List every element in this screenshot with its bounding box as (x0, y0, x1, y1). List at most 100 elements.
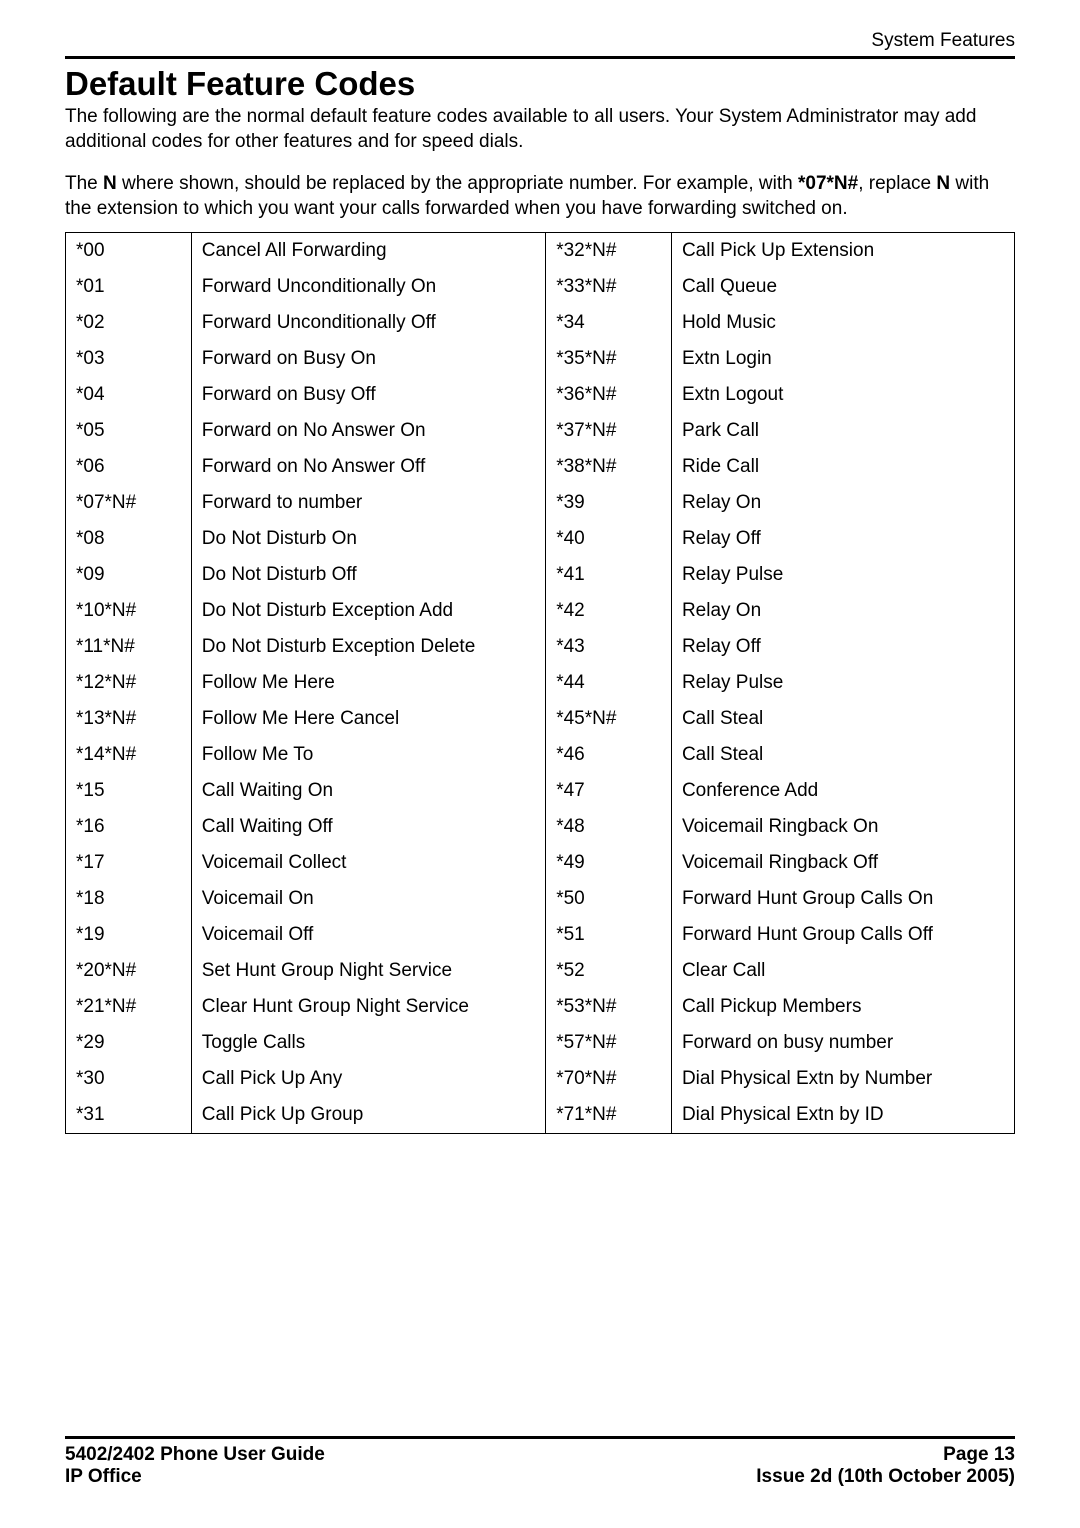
table-row: *11*N#Do Not Disturb Exception Delete*43… (66, 629, 1015, 665)
table-row: *13*N#Follow Me Here Cancel*45*N#Call St… (66, 701, 1015, 737)
desc-cell: Toggle Calls (191, 1025, 545, 1061)
code-cell: *41 (546, 557, 672, 593)
table-row: *10*N#Do Not Disturb Exception Add*42Rel… (66, 593, 1015, 629)
table-row: *18Voicemail On*50Forward Hunt Group Cal… (66, 881, 1015, 917)
desc-cell: Relay On (671, 593, 1014, 629)
code-cell: *09 (66, 557, 192, 593)
desc-cell: Call Queue (671, 269, 1014, 305)
desc-cell: Relay Pulse (671, 557, 1014, 593)
table-row: *15Call Waiting On*47Conference Add (66, 773, 1015, 809)
table-row: *29Toggle Calls*57*N#Forward on busy num… (66, 1025, 1015, 1061)
desc-cell: Relay Pulse (671, 665, 1014, 701)
table-row: *21*N#Clear Hunt Group Night Service*53*… (66, 989, 1015, 1025)
desc-cell: Voicemail Ringback On (671, 809, 1014, 845)
code-cell: *29 (66, 1025, 192, 1061)
table-row: *16Call Waiting Off*48Voicemail Ringback… (66, 809, 1015, 845)
desc-cell: Voicemail Off (191, 917, 545, 953)
desc-cell: Dial Physical Extn by ID (671, 1097, 1014, 1134)
code-cell: *70*N# (546, 1061, 672, 1097)
code-cell: *05 (66, 413, 192, 449)
code-cell: *34 (546, 305, 672, 341)
desc-cell: Relay Off (671, 629, 1014, 665)
table-row: *07*N#Forward to number*39Relay On (66, 485, 1015, 521)
table-row: *17Voicemail Collect*49Voicemail Ringbac… (66, 845, 1015, 881)
desc-cell: Relay Off (671, 521, 1014, 557)
page-footer: 5402/2402 Phone User Guide IP Office Pag… (65, 1436, 1015, 1488)
desc-cell: Call Pick Up Any (191, 1061, 545, 1097)
footer-product: IP Office (65, 1466, 325, 1488)
footer-guide-title: 5402/2402 Phone User Guide (65, 1444, 325, 1466)
table-row: *20*N#Set Hunt Group Night Service*52Cle… (66, 953, 1015, 989)
code-cell: *02 (66, 305, 192, 341)
table-row: *08Do Not Disturb On*40Relay Off (66, 521, 1015, 557)
desc-cell: Extn Logout (671, 377, 1014, 413)
desc-cell: Forward on busy number (671, 1025, 1014, 1061)
table-row: *02Forward Unconditionally Off*34Hold Mu… (66, 305, 1015, 341)
note-bold-code: *07*N# (798, 173, 858, 194)
code-cell: *36*N# (546, 377, 672, 413)
desc-cell: Forward on No Answer Off (191, 449, 545, 485)
code-cell: *08 (66, 521, 192, 557)
code-cell: *35*N# (546, 341, 672, 377)
code-cell: *48 (546, 809, 672, 845)
code-cell: *04 (66, 377, 192, 413)
code-cell: *32*N# (546, 232, 672, 269)
table-row: *06Forward on No Answer Off*38*N#Ride Ca… (66, 449, 1015, 485)
desc-cell: Call Waiting On (191, 773, 545, 809)
code-cell: *30 (66, 1061, 192, 1097)
desc-cell: Forward on No Answer On (191, 413, 545, 449)
table-row: *04Forward on Busy Off*36*N#Extn Logout (66, 377, 1015, 413)
code-cell: *00 (66, 232, 192, 269)
code-cell: *20*N# (66, 953, 192, 989)
desc-cell: Clear Hunt Group Night Service (191, 989, 545, 1025)
code-cell: *18 (66, 881, 192, 917)
code-cell: *10*N# (66, 593, 192, 629)
desc-cell: Do Not Disturb Off (191, 557, 545, 593)
desc-cell: Set Hunt Group Night Service (191, 953, 545, 989)
desc-cell: Forward to number (191, 485, 545, 521)
code-cell: *19 (66, 917, 192, 953)
code-cell: *11*N# (66, 629, 192, 665)
note-text-c: where shown, should be replaced by the a… (117, 173, 798, 194)
desc-cell: Do Not Disturb On (191, 521, 545, 557)
code-cell: *49 (546, 845, 672, 881)
code-cell: *46 (546, 737, 672, 773)
desc-cell: Call Pick Up Extension (671, 232, 1014, 269)
desc-cell: Follow Me To (191, 737, 545, 773)
table-row: *05Forward on No Answer On*37*N#Park Cal… (66, 413, 1015, 449)
desc-cell: Hold Music (671, 305, 1014, 341)
desc-cell: Clear Call (671, 953, 1014, 989)
note-paragraph: The N where shown, should be replaced by… (65, 172, 1015, 221)
footer-left: 5402/2402 Phone User Guide IP Office (65, 1444, 325, 1488)
desc-cell: Forward Unconditionally Off (191, 305, 545, 341)
table-row: *14*N#Follow Me To*46Call Steal (66, 737, 1015, 773)
code-cell: *17 (66, 845, 192, 881)
code-cell: *16 (66, 809, 192, 845)
note-bold-n2: N (936, 173, 950, 194)
footer-page-number: Page 13 (756, 1444, 1015, 1466)
code-cell: *44 (546, 665, 672, 701)
desc-cell: Call Pickup Members (671, 989, 1014, 1025)
code-cell: *13*N# (66, 701, 192, 737)
code-cell: *53*N# (546, 989, 672, 1025)
feature-codes-table: *00Cancel All Forwarding*32*N#Call Pick … (65, 232, 1015, 1134)
desc-cell: Dial Physical Extn by Number (671, 1061, 1014, 1097)
note-text-a: The (65, 173, 103, 194)
desc-cell: Forward Hunt Group Calls On (671, 881, 1014, 917)
footer-issue: Issue 2d (10th October 2005) (756, 1466, 1015, 1488)
code-cell: *37*N# (546, 413, 672, 449)
page-title: Default Feature Codes (65, 65, 1015, 103)
table-row: *31Call Pick Up Group*71*N#Dial Physical… (66, 1097, 1015, 1134)
table-row: *03Forward on Busy On*35*N#Extn Login (66, 341, 1015, 377)
code-cell: *31 (66, 1097, 192, 1134)
footer-right: Page 13 Issue 2d (10th October 2005) (756, 1444, 1015, 1488)
note-bold-n1: N (103, 173, 117, 194)
desc-cell: Voicemail Ringback Off (671, 845, 1014, 881)
desc-cell: Forward on Busy On (191, 341, 545, 377)
code-cell: *38*N# (546, 449, 672, 485)
desc-cell: Park Call (671, 413, 1014, 449)
desc-cell: Call Waiting Off (191, 809, 545, 845)
code-cell: *01 (66, 269, 192, 305)
code-cell: *39 (546, 485, 672, 521)
table-row: *09Do Not Disturb Off*41Relay Pulse (66, 557, 1015, 593)
